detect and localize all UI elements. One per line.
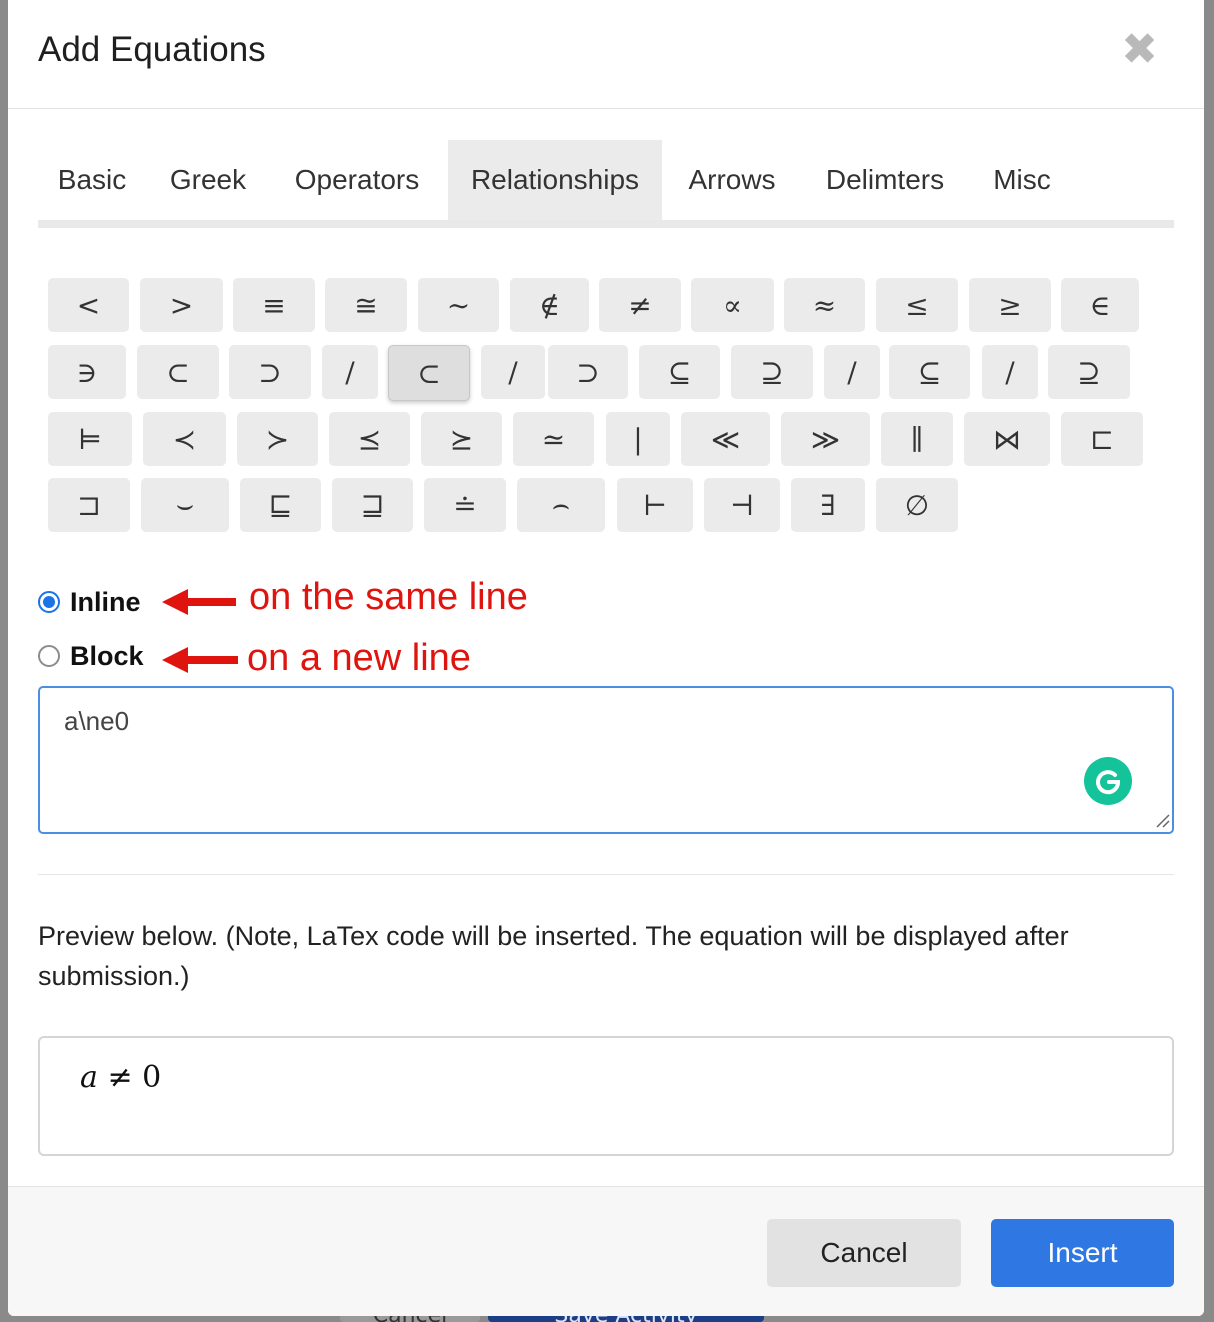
symbol-button[interactable]: ≤ xyxy=(876,278,958,332)
symbol-button[interactable]: ⊣ xyxy=(704,478,780,532)
resize-handle-icon[interactable] xyxy=(1154,812,1170,828)
symbol-button[interactable]: ≻ xyxy=(237,412,318,466)
tab-operators[interactable]: Operators xyxy=(276,140,438,220)
symbol-button[interactable]: ⊨ xyxy=(48,412,132,466)
symbol-button[interactable]: ⌣ xyxy=(141,478,229,532)
symbol-button[interactable]: ∥ xyxy=(881,412,953,466)
symbol-button[interactable]: ∉ xyxy=(510,278,589,332)
symbol-button[interactable]: ⊆ xyxy=(639,345,720,399)
symbol-button[interactable]: ⪯ xyxy=(329,412,410,466)
symbol-button[interactable]: ⊃ xyxy=(229,345,311,399)
preview-number: 0 xyxy=(142,1060,162,1095)
tab-delimters[interactable]: Delimters xyxy=(808,140,962,220)
tab-relationships[interactable]: Relationships xyxy=(448,140,662,220)
tab-misc[interactable]: Misc xyxy=(978,140,1066,220)
annotation-arrow-left-icon xyxy=(162,589,236,615)
symbol-button[interactable]: ≡ xyxy=(233,278,315,332)
symbol-button[interactable]: ∼ xyxy=(418,278,499,332)
symbol-button[interactable]: ≥ xyxy=(969,278,1051,332)
tab-arrows[interactable]: Arrows xyxy=(672,140,792,220)
add-equations-modal: Add Equations ✖ Basic Greek Operators Re… xyxy=(8,0,1204,1316)
symbol-button[interactable]: ≫ xyxy=(781,412,870,466)
symbol-button[interactable]: ∃ xyxy=(791,478,865,532)
inline-radio[interactable] xyxy=(38,591,60,613)
preview-equation: a ≠ 0 xyxy=(80,1060,161,1095)
tab-basic[interactable]: Basic xyxy=(38,140,146,220)
symbol-button[interactable]: ⋈ xyxy=(964,412,1050,466)
preview-variable: a xyxy=(80,1060,98,1095)
block-label: Block xyxy=(70,640,144,671)
annotation-arrow-left-icon xyxy=(162,647,238,673)
symbol-button[interactable]: ⊒ xyxy=(332,478,413,532)
symbol-button[interactable]: ≪ xyxy=(681,412,770,466)
cancel-button[interactable]: Cancel xyxy=(767,1219,961,1287)
annotation-block-note: on a new line xyxy=(247,637,471,679)
symbol-button[interactable]: ⊇ xyxy=(1048,345,1130,399)
symbol-button[interactable]: > xyxy=(140,278,223,332)
symbol-button[interactable]: ≠ xyxy=(599,278,681,332)
symbol-button[interactable]: | xyxy=(606,412,670,466)
symbol-button-hovered[interactable]: ⊂ xyxy=(388,345,470,401)
grammarly-icon[interactable] xyxy=(1084,757,1132,805)
symbol-button[interactable]: ⊂ xyxy=(137,345,219,399)
symbol-button[interactable]: ∈ xyxy=(1061,278,1139,332)
preview-note: Preview below. (Note, LaTex code will be… xyxy=(38,921,1069,991)
symbol-button[interactable]: ≺ xyxy=(143,412,226,466)
symbol-button[interactable]: / xyxy=(322,345,378,399)
equation-preview: a ≠ 0 xyxy=(38,1036,1174,1156)
symbol-button[interactable]: ≈ xyxy=(784,278,865,332)
symbol-button[interactable]: / xyxy=(481,345,545,399)
symbol-button[interactable]: ⊃ xyxy=(548,345,628,399)
symbol-button[interactable]: ≃ xyxy=(513,412,594,466)
symbol-button[interactable]: / xyxy=(824,345,880,399)
symbol-button[interactable]: ⊑ xyxy=(240,478,321,532)
close-icon[interactable]: ✖ xyxy=(1121,28,1158,72)
preview-relation: ≠ xyxy=(107,1060,133,1095)
symbol-button[interactable]: ≐ xyxy=(424,478,506,532)
modal-footer: Cancel Insert xyxy=(8,1186,1204,1316)
modal-header: Add Equations ✖ xyxy=(8,0,1204,109)
block-radio[interactable] xyxy=(38,645,60,667)
modal-title: Add Equations xyxy=(38,30,266,69)
inline-option[interactable]: Inline xyxy=(38,582,141,622)
symbol-category-tabs: Basic Greek Operators Relationships Arro… xyxy=(38,140,1174,228)
latex-equation-input[interactable] xyxy=(38,686,1174,834)
symbol-button[interactable]: ⊏ xyxy=(1061,412,1143,466)
tab-greek[interactable]: Greek xyxy=(154,140,262,220)
inline-label: Inline xyxy=(70,586,141,617)
symbol-button[interactable]: ⊇ xyxy=(731,345,813,399)
symbol-button[interactable]: ∋ xyxy=(48,345,126,399)
symbol-button[interactable]: ≅ xyxy=(325,278,407,332)
annotation-inline-note: on the same line xyxy=(249,576,528,618)
symbol-button[interactable]: < xyxy=(48,278,129,332)
symbol-button[interactable]: ⊢ xyxy=(617,478,693,532)
symbol-button[interactable]: ⌢ xyxy=(517,478,605,532)
symbol-button[interactable]: ⊐ xyxy=(48,478,130,532)
insert-button[interactable]: Insert xyxy=(991,1219,1174,1287)
symbol-button[interactable]: / xyxy=(982,345,1038,399)
block-option[interactable]: Block xyxy=(38,636,144,676)
symbol-button[interactable]: ∝ xyxy=(691,278,774,332)
section-divider xyxy=(38,874,1174,875)
symbol-button[interactable]: ⊆ xyxy=(889,345,970,399)
symbol-button[interactable]: ∅ xyxy=(876,478,958,532)
symbol-button[interactable]: ⪰ xyxy=(421,412,502,466)
